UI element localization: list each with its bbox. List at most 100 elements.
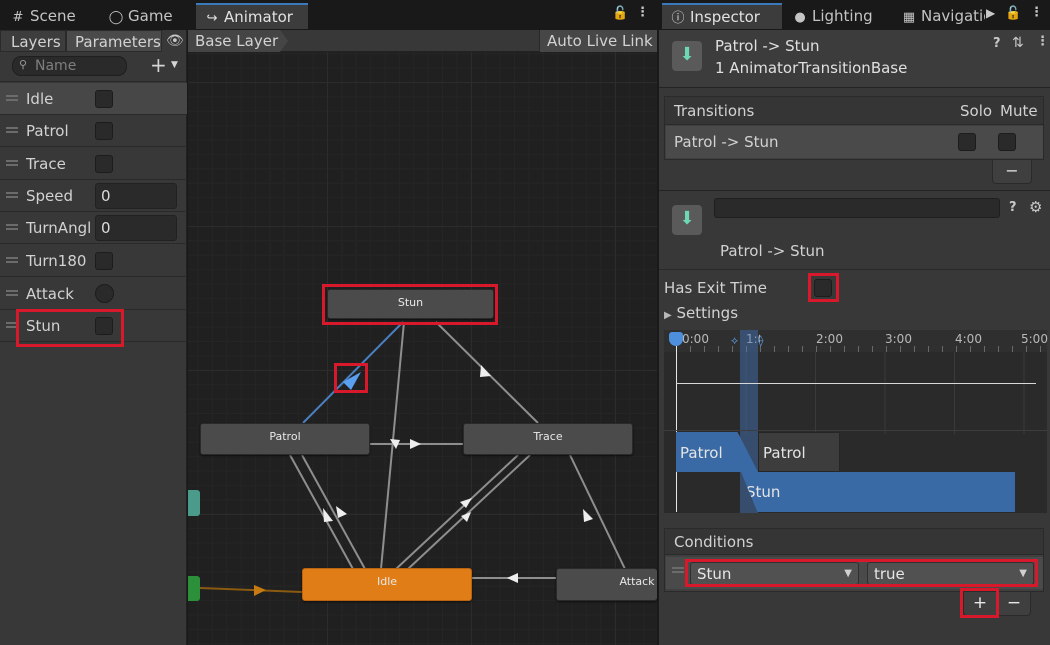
highlight-stun-state	[322, 284, 498, 325]
transition-start-handle-icon[interactable]: ⟡	[731, 334, 738, 348]
parameter-name[interactable]: TurnAngl	[26, 219, 92, 237]
scroll-tabs-right-icon[interactable]: ▶	[986, 6, 995, 20]
parameter-row-attack[interactable]: Attack	[0, 278, 187, 310]
parameter-name[interactable]: Patrol	[26, 122, 69, 140]
settings-foldout[interactable]: ▶ Settings	[664, 304, 738, 322]
lock-icon[interactable]: 🔓	[1005, 6, 1021, 21]
timeline-start-marker-icon[interactable]	[669, 332, 683, 346]
tab-navigation-label: Navigatio	[921, 7, 985, 25]
parameter-row-turn180[interactable]: Turn180	[0, 245, 187, 277]
parameter-search-input[interactable]: ⚲ Name	[12, 56, 127, 76]
parameter-name[interactable]: Attack	[26, 285, 74, 303]
any-state-node-partial[interactable]	[188, 490, 200, 516]
parameter-float-field[interactable]: 0	[95, 183, 177, 209]
divider	[659, 190, 1050, 191]
parameter-row-patrol[interactable]: Patrol	[0, 115, 187, 147]
transition-arrow	[507, 573, 518, 583]
tab-parameters[interactable]: Parameters	[66, 30, 162, 52]
parameter-checkbox[interactable]	[95, 155, 113, 173]
weight-curve-line	[676, 383, 1036, 384]
parameter-checkbox[interactable]	[95, 252, 113, 270]
breadcrumb[interactable]: Base Layer	[188, 30, 288, 52]
remove-transition-button[interactable]: −	[992, 160, 1032, 184]
transition-entry-idle[interactable]	[199, 587, 303, 593]
solo-checkbox[interactable]	[958, 133, 976, 151]
drag-handle-icon[interactable]	[6, 257, 18, 263]
tab-animator-label: Animator	[224, 8, 293, 26]
timeline-tick-label: 4:00	[955, 332, 982, 346]
transition-arrow	[336, 506, 347, 518]
tab-inspector[interactable]: ⓘ Inspector	[662, 3, 782, 29]
parameter-row-speed[interactable]: Speed 0	[0, 180, 187, 212]
kebab-menu-icon[interactable]: ⋮	[1036, 34, 1049, 49]
timeline-divider	[664, 430, 1047, 431]
transition-row-label: Patrol -> Stun	[674, 133, 779, 151]
parameter-name[interactable]: Trace	[26, 155, 66, 173]
parameter-name[interactable]: Turn180	[26, 252, 86, 270]
has-exit-time-label: Has Exit Time	[664, 279, 767, 297]
tab-navigation[interactable]: ▦ Navigatio	[893, 4, 985, 30]
foldout-arrow-icon: ▶	[664, 310, 672, 321]
transition-name-field[interactable]	[714, 198, 1000, 218]
transition-patrol-idle-b[interactable]	[301, 454, 366, 570]
transition-arrow	[480, 365, 491, 377]
mute-checkbox[interactable]	[998, 133, 1016, 151]
parameter-trigger-radio[interactable]	[95, 284, 114, 303]
drag-handle-icon[interactable]	[6, 95, 18, 101]
state-node-attack[interactable]: Attack	[556, 568, 657, 601]
drag-handle-icon[interactable]	[6, 290, 18, 296]
state-node-idle[interactable]: Idle	[302, 568, 472, 601]
highlight-stun-parameter	[16, 309, 124, 347]
help-icon[interactable]: ?	[993, 36, 1001, 51]
presets-icon[interactable]: ⇅	[1012, 35, 1024, 51]
help-icon[interactable]: ?	[1009, 200, 1017, 215]
divider	[659, 269, 1050, 270]
eye-icon[interactable]: 👁	[166, 33, 184, 49]
parameter-name[interactable]: Speed	[26, 187, 73, 205]
timeline-vertical-grid	[676, 352, 1047, 434]
kebab-menu-icon[interactable]: ⋮	[636, 5, 649, 20]
state-node-patrol[interactable]: Patrol	[200, 423, 370, 455]
drag-handle-icon[interactable]	[6, 192, 18, 198]
animator-icon: ↪	[206, 11, 218, 26]
transition-end-handle-icon[interactable]: ⟠	[758, 334, 763, 347]
tab-inspector-label: Inspector	[690, 8, 760, 26]
parameter-checkbox[interactable]	[95, 90, 113, 108]
drag-handle-icon[interactable]	[6, 160, 18, 166]
entry-node-partial[interactable]	[188, 576, 200, 601]
tab-lighting[interactable]: ● Lighting	[784, 4, 894, 30]
parameter-row-turnangle[interactable]: TurnAngl 0	[0, 212, 187, 244]
tab-scene[interactable]: # Scene	[2, 4, 92, 30]
add-parameter-button[interactable]: +	[150, 53, 167, 77]
parameter-row-idle[interactable]: Idle	[0, 83, 187, 115]
state-node-trace[interactable]: Trace	[463, 423, 633, 455]
remove-condition-button[interactable]: −	[997, 592, 1031, 616]
parameter-row-trace[interactable]: Trace	[0, 148, 187, 180]
drag-handle-icon[interactable]	[672, 567, 684, 573]
drag-handle-icon[interactable]	[6, 127, 18, 133]
transition-trace-idle-a[interactable]	[395, 454, 519, 570]
timeline-clip-stun[interactable]: Stun	[741, 472, 1015, 512]
transition-trace-attack[interactable]	[569, 454, 626, 570]
gear-icon[interactable]: ⚙	[1029, 198, 1042, 216]
parameter-name[interactable]: Idle	[26, 90, 53, 108]
parameter-checkbox[interactable]	[95, 122, 113, 140]
tab-animator[interactable]: ↪ Animator	[196, 3, 308, 29]
kebab-menu-icon[interactable]: ⋮	[1030, 5, 1043, 20]
transition-trace-idle-b[interactable]	[407, 454, 531, 570]
chevron-down-icon[interactable]: ▼	[171, 60, 178, 70]
transition-lines	[199, 321, 626, 596]
tab-layers[interactable]: Layers	[0, 30, 66, 52]
timeline-tick-label: 3:00	[885, 332, 912, 346]
transition-idle-stun[interactable]	[380, 321, 405, 570]
tab-game[interactable]: ◯ Game	[100, 4, 190, 30]
transition-list-row[interactable]: Patrol -> Stun	[666, 126, 1043, 158]
timeline-clip-patrol-faded[interactable]: Patrol	[758, 432, 840, 472]
parameter-float-field[interactable]: 0	[95, 215, 177, 241]
auto-live-link-button[interactable]: Auto Live Link	[539, 30, 657, 52]
transition-icon: ⬇	[672, 205, 702, 235]
lock-icon[interactable]: 🔓	[612, 6, 628, 21]
highlight-add-condition	[960, 588, 999, 618]
drag-handle-icon[interactable]	[6, 224, 18, 230]
timeline-tick-label: 2:00	[816, 332, 843, 346]
